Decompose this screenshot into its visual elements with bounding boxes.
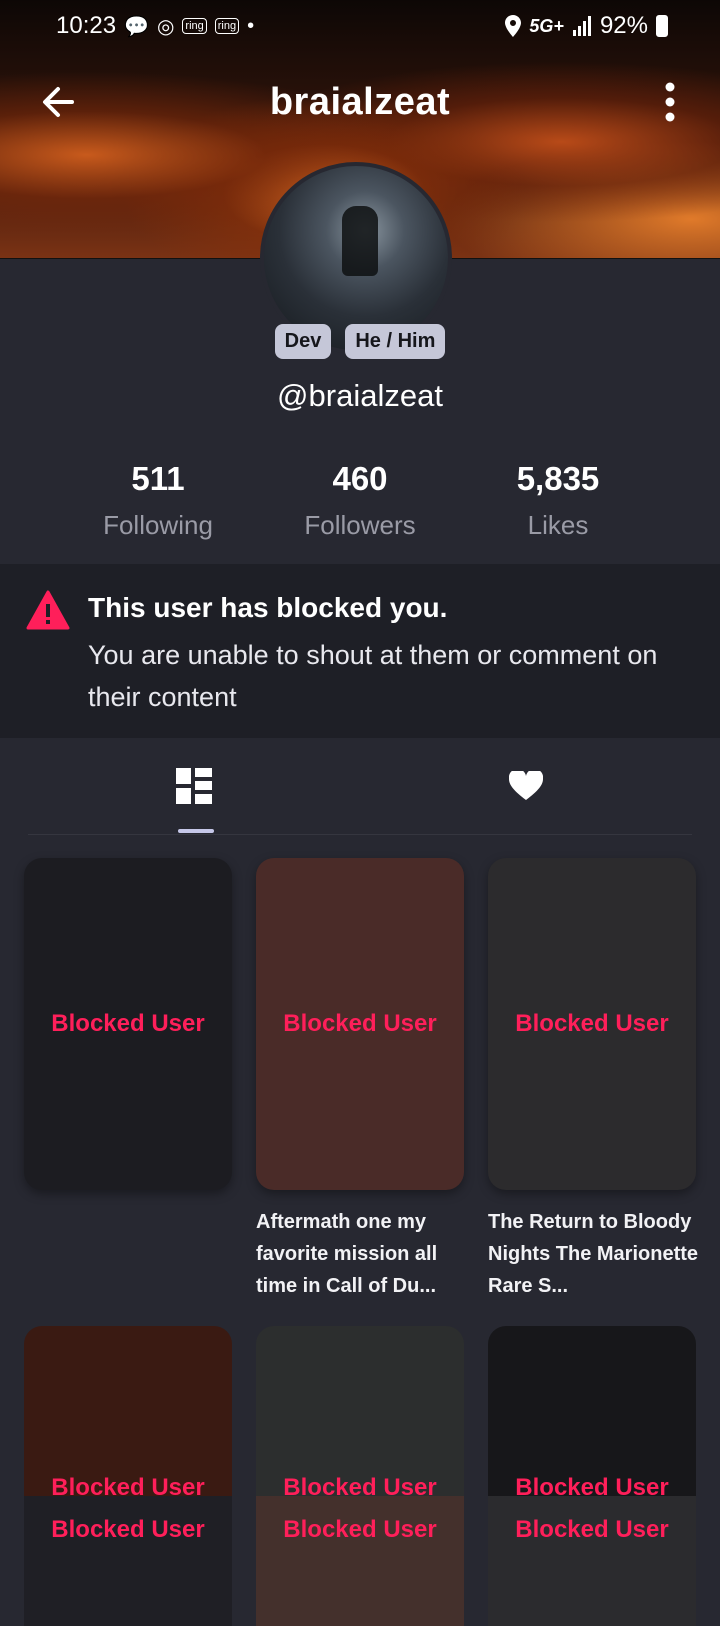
content-tabs [28,738,692,835]
tab-likes[interactable] [426,738,626,834]
dot-icon: • [247,14,255,37]
stat-value: 460 [332,460,388,497]
page-title: braialzeat [269,80,451,123]
ring-icon: ring [214,18,240,34]
status-right: 5G+ 92% [505,12,668,40]
battery-percent: 92% [599,12,648,39]
grid-item[interactable]: Blocked User Blocked User [488,1326,696,1626]
avatar-figure [342,206,378,276]
blocked-user-label: Blocked User [515,1010,669,1037]
back-button[interactable] [36,78,84,126]
battery-icon [656,15,668,37]
chat-icon: 💬 [124,15,149,38]
grid-item-overlay: Blocked User [256,1496,464,1626]
grid-item-caption[interactable]: The Return to Bloody Nights The Marionet… [488,1206,700,1302]
grid-layout-icon [176,768,212,804]
grid-item[interactable]: Blocked User Blocked User [256,1326,464,1626]
user-handle: @braialzeat [277,378,443,413]
blocked-user-label: Blocked User [283,1516,437,1543]
status-bar: 10:23 💬 ◎ ring ring • 5G+ 92% [0,0,720,52]
stat-followers[interactable]: 460 Followers [260,460,460,541]
profile-badges: Dev He / Him [0,324,720,359]
profile-header: braialzeat [0,70,720,134]
blocked-user-label: Blocked User [515,1516,669,1543]
stat-value: 511 [131,460,185,497]
stat-label: Likes [527,510,589,540]
tab-posts[interactable] [94,738,294,834]
stat-value: 5,835 [516,460,600,497]
blocked-user-label: Blocked User [51,1516,205,1543]
signal-app-icon: ◎ [156,15,175,38]
badge-dev: Dev [274,324,332,359]
back-arrow-icon [43,87,74,117]
profile-stats: 511 Following 460 Followers 5,835 Likes [0,460,720,550]
ring-icon: ring [182,18,207,34]
tab-selected-indicator [178,829,214,833]
stat-label: Followers [304,510,416,540]
grid-item[interactable]: Blocked User [488,858,696,1190]
blocked-notice: This user has blocked you. You are unabl… [0,564,720,738]
location-icon [505,15,522,37]
more-options-button[interactable] [660,80,680,124]
grid-item-overlay: Blocked User [24,1496,232,1626]
grid-item[interactable]: Blocked User [256,858,464,1190]
heart-icon [509,771,543,800]
status-left: 10:23 💬 ◎ ring ring • [56,12,254,40]
blocked-user-label: Blocked User [283,1010,437,1037]
stat-following[interactable]: 511 Following [58,460,258,541]
cell-signal-icon [572,16,591,36]
badge-pronouns: He / Him [345,324,446,359]
blocked-user-label: Blocked User [51,1010,205,1037]
more-vertical-icon [665,82,675,122]
stat-likes[interactable]: 5,835 Likes [458,460,658,541]
grid-item-caption[interactable]: Aftermath one my favorite mission all ti… [256,1206,468,1302]
grid-item[interactable]: Blocked User Blocked User [24,1326,232,1626]
status-time: 10:23 [56,12,117,39]
blocked-title: This user has blocked you. [88,592,448,623]
warning-icon [26,590,70,630]
grid-item-overlay: Blocked User [488,1496,696,1626]
network-type: 5G+ [529,15,564,36]
stat-label: Following [103,510,213,540]
grid-item[interactable]: Blocked User [24,858,232,1190]
blocked-message: You are unable to shout at them or comme… [88,640,658,712]
